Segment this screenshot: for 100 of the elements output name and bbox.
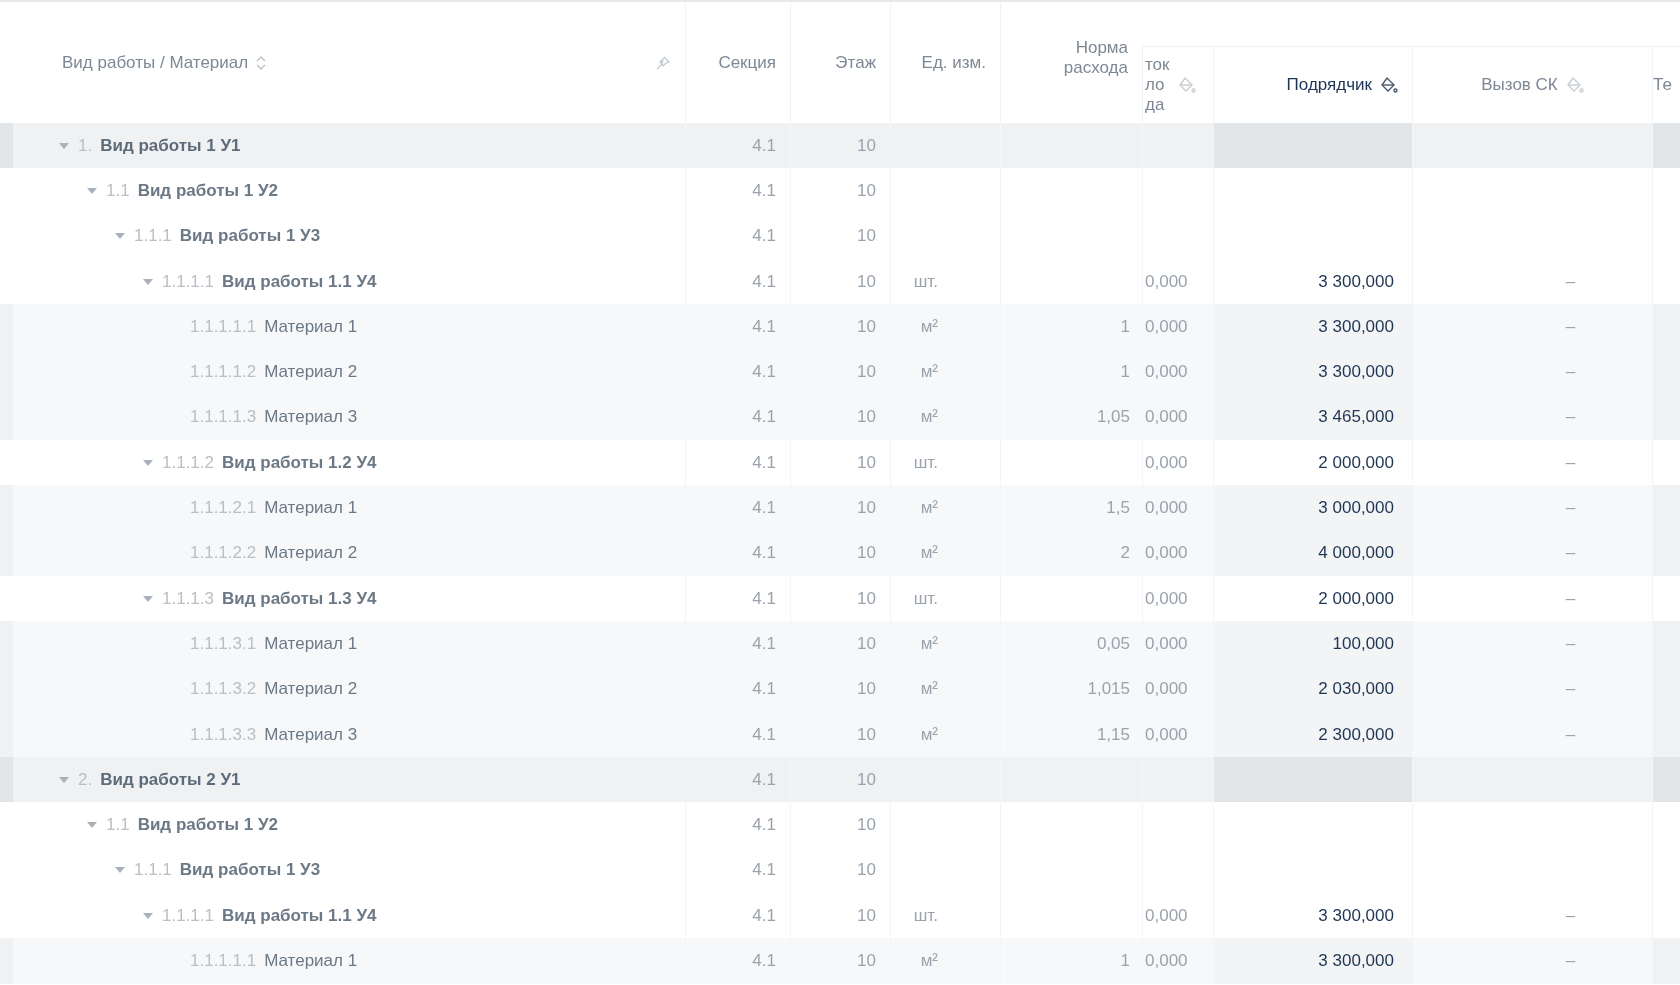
caret-icon[interactable] <box>142 594 154 603</box>
column-header[interactable]: Подрядчик <box>1286 75 1372 95</box>
table-cell: 4 000,000 <box>1213 530 1412 576</box>
row-number: 1.1.1.2.2 <box>190 543 257 564</box>
table-cell: 10 <box>790 847 890 894</box>
table-cell: 1,5 <box>1000 485 1142 531</box>
caret-icon[interactable] <box>86 821 98 830</box>
table-cell: – <box>1412 938 1652 984</box>
table-cell: 10 <box>790 938 890 984</box>
row-number: 1.1.1.1.3 <box>190 407 257 428</box>
table-cell: 4.1 <box>685 213 790 259</box>
table-cell: 4.1 <box>685 168 790 214</box>
row-name[interactable]: Материал 1 <box>264 316 358 337</box>
row-name[interactable]: Вид работы 1 У1 <box>100 135 241 156</box>
row-number: 1.1.1 <box>134 860 172 881</box>
table-cell: 2 300,000 <box>1213 711 1412 758</box>
table-cell: 10 <box>790 802 890 848</box>
caret-icon[interactable] <box>86 186 98 195</box>
table-cell: 4.1 <box>685 349 790 395</box>
row-name[interactable]: Материал 3 <box>264 724 358 745</box>
caret-icon[interactable] <box>58 775 70 784</box>
table-cell: 100,000 <box>1213 621 1412 667</box>
row-name[interactable]: Вид работы 1 У2 <box>137 815 278 836</box>
row-name[interactable]: Вид работы 1.3 У4 <box>222 588 377 609</box>
caret-icon[interactable] <box>142 277 154 286</box>
table-cell: 10 <box>790 666 890 712</box>
row-number: 1.1.1.3 <box>162 588 214 609</box>
table-cell: м² <box>890 485 1000 531</box>
caret-icon[interactable] <box>114 232 126 241</box>
row-name[interactable]: Вид работы 1.1 У4 <box>222 271 377 292</box>
row-number: 1.1.1 <box>134 226 172 247</box>
table-cell: 2 <box>1000 530 1142 576</box>
table-cell: 10 <box>790 530 890 576</box>
table-cell: 4.1 <box>685 666 790 712</box>
table-cell: 3 300,000 <box>1213 304 1412 350</box>
caret-icon[interactable] <box>114 866 126 875</box>
row-name[interactable]: Вид работы 1 У2 <box>137 180 278 201</box>
caret-icon[interactable] <box>142 911 154 920</box>
row-name[interactable]: Вид работы 1.2 У4 <box>222 452 377 473</box>
column-header[interactable]: Вызов СК <box>1481 75 1558 95</box>
column-header[interactable]: Этаж <box>835 52 876 73</box>
table-cell: 10 <box>790 621 890 667</box>
table-cell: 4.1 <box>685 530 790 576</box>
table-cell: 4.1 <box>685 621 790 667</box>
row-number: 1.1.1.1 <box>162 271 214 292</box>
row-name[interactable]: Материал 1 <box>264 951 358 971</box>
table-cell: 10 <box>790 394 890 441</box>
table-cell: – <box>1412 349 1652 395</box>
caret-icon[interactable] <box>58 141 70 150</box>
paint-bucket-icon[interactable] <box>1380 76 1398 94</box>
column-header[interactable]: ток ло да <box>1145 55 1170 115</box>
table-cell: 10 <box>790 123 890 169</box>
row-number: 1.1.1.3.1 <box>190 633 257 654</box>
table-cell: 1,015 <box>1000 666 1142 712</box>
row-number: 1.1.1.3.2 <box>190 679 257 700</box>
row-name[interactable]: Вид работы 1 У3 <box>179 860 321 881</box>
pin-icon[interactable] <box>655 54 671 71</box>
table-cell: 4.1 <box>685 847 790 894</box>
caret-icon[interactable] <box>142 458 154 467</box>
table-cell: 10 <box>790 349 890 395</box>
row-number: 1.1 <box>106 180 130 201</box>
table-cell: 4.1 <box>685 802 790 848</box>
row-number: 1.1.1.2.1 <box>190 498 257 518</box>
table-cell: 1 <box>1000 938 1142 984</box>
column-header[interactable]: Норма расхода <box>1063 38 1128 78</box>
row-number: 1.1.1.1.1 <box>190 316 257 337</box>
table-cell: м² <box>890 938 1000 984</box>
column-header[interactable]: Те <box>1653 75 1672 95</box>
row-name[interactable]: Материал 1 <box>264 498 358 518</box>
table-cell: 4.1 <box>685 394 790 441</box>
table-cell: 3 465,000 <box>1213 394 1412 441</box>
table-cell: м² <box>890 621 1000 667</box>
table-cell: 1,05 <box>1000 394 1142 441</box>
table-cell: 10 <box>790 757 890 803</box>
column-header[interactable]: Вид работы / Материал <box>62 52 249 73</box>
table-cell: – <box>1412 621 1652 667</box>
table-cell: 10 <box>790 485 890 531</box>
row-name[interactable]: Материал 2 <box>264 679 358 700</box>
table-cell: 1 <box>1000 349 1142 395</box>
table-cell: 3 300,000 <box>1213 349 1412 395</box>
table-cell: м² <box>890 394 1000 441</box>
row-number: 1.1.1.1 <box>162 905 214 926</box>
table-cell: м² <box>890 666 1000 712</box>
column-header[interactable]: Секция <box>718 52 776 73</box>
column-header[interactable]: Ед. изм. <box>921 52 986 73</box>
row-name[interactable]: Материал 2 <box>264 543 358 564</box>
row-number: 1.1.1.1.1 <box>190 951 257 971</box>
row-name[interactable]: Вид работы 1 У3 <box>179 226 321 247</box>
row-name[interactable]: Материал 2 <box>264 362 358 383</box>
row-name[interactable]: Вид работы 1.1 У4 <box>222 905 377 926</box>
table-cell: 4.1 <box>685 938 790 984</box>
sort-icon[interactable] <box>256 54 267 71</box>
table-cell: 2 030,000 <box>1213 666 1412 712</box>
row-name[interactable]: Материал 3 <box>264 407 358 428</box>
row-name[interactable]: Вид работы 2 У1 <box>100 769 241 790</box>
table-cell: 10 <box>790 213 890 259</box>
row-number: 1.1.1.3.3 <box>190 724 257 745</box>
table-cell: – <box>1412 485 1652 531</box>
table-cell: 10 <box>790 168 890 214</box>
row-name[interactable]: Материал 1 <box>264 633 358 654</box>
